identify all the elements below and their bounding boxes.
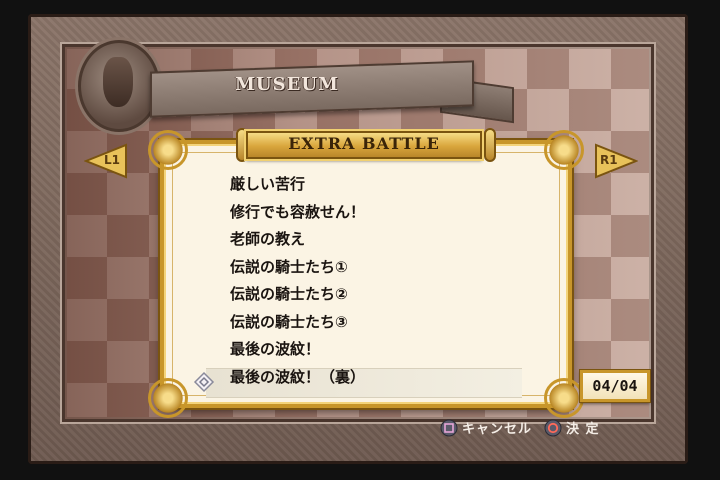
tab-endcap (484, 128, 496, 162)
battle-item[interactable]: 厳しい苦行 (230, 171, 520, 199)
ornament-icon (148, 378, 188, 418)
cancel-hint[interactable]: キャンセル (462, 418, 532, 437)
category-title: EXTRA BATTLE (288, 134, 440, 153)
battle-item[interactable]: 伝説の騎士たち② (230, 281, 520, 309)
ornament-icon (148, 130, 188, 170)
battle-item[interactable]: 最後の波紋！ (230, 336, 520, 364)
next-category-button[interactable]: R1 (594, 143, 638, 179)
pointer-cursor-icon (193, 371, 215, 393)
r1-label: R1 (600, 153, 618, 167)
circle-button-icon (544, 419, 562, 436)
l1-label: L1 (104, 153, 120, 167)
battle-item[interactable]: 伝説の騎士たち③ (230, 309, 520, 337)
ornament-icon (544, 130, 584, 170)
battle-list: 厳しい苦行 修行でも容赦せん！ 老師の教え 伝説の騎士たち① 伝説の騎士たち② … (230, 171, 520, 391)
page-indicator: 04/04 (580, 370, 650, 402)
confirm-hint[interactable]: 決 定 (566, 418, 600, 437)
previous-category-button[interactable]: L1 (84, 143, 128, 179)
square-button-icon (440, 419, 458, 436)
battle-item[interactable]: 伝説の騎士たち① (230, 254, 520, 282)
ornament-icon (544, 378, 584, 418)
battle-item-selected[interactable]: 最後の波紋！（裏） (230, 364, 520, 392)
screen-title: MUSEUM (235, 74, 339, 95)
battle-item[interactable]: 修行でも容赦せん！ (230, 199, 520, 227)
button-hints: キャンセル 決 定 (440, 418, 612, 440)
battle-item[interactable]: 老師の教え (230, 226, 520, 254)
museum-medallion-icon (78, 40, 160, 132)
